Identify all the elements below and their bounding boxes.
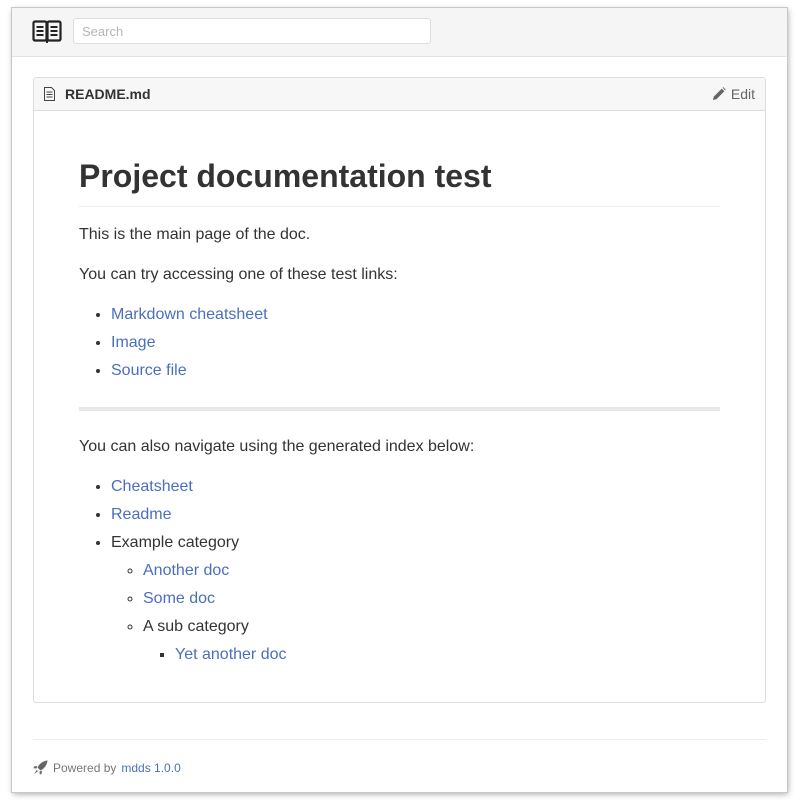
cheatsheet-link[interactable]: Cheatsheet [111,478,193,495]
file-text-icon [44,87,55,101]
list-item: Readme [111,503,720,527]
index-list: Cheatsheet Readme Example category Anoth… [79,475,720,667]
powered-by-text: Powered by [53,760,117,775]
readme-panel: README.md Edit Project documentation tes… [33,77,766,703]
open-book-icon[interactable] [32,20,62,44]
top-bar [12,8,787,57]
sub-category-list: Yet another doc [143,643,720,667]
list-item: Yet another doc [175,643,720,667]
page-title: Project documentation test [79,156,720,207]
list-item: Markdown cheatsheet [111,303,720,327]
example-category-list: Another doc Some doc A sub category Yet … [111,559,720,667]
test-links-list: Markdown cheatsheet Image Source file [79,303,720,383]
app-window: README.md Edit Project documentation tes… [12,8,787,792]
file-name: README.md [65,86,151,102]
edit-label: Edit [730,86,755,102]
sub-category-label: A sub category [143,618,249,635]
list-item: A sub category Yet another doc [143,615,720,667]
list-item: Some doc [143,587,720,611]
intro-text: This is the main page of the doc. [79,226,311,243]
example-category-label: Example category [111,534,240,551]
readme-link[interactable]: Readme [111,506,171,523]
search-input[interactable] [73,18,431,44]
list-item: Another doc [143,559,720,583]
footer: Powered by mdds 1.0.0 [33,760,181,775]
list-item: Example category Another doc Some doc A … [111,531,720,667]
footer-divider [33,739,766,740]
markdown-cheatsheet-link[interactable]: Markdown cheatsheet [111,306,268,323]
source-file-link[interactable]: Source file [111,362,187,379]
image-link[interactable]: Image [111,334,155,351]
some-doc-link[interactable]: Some doc [143,590,215,607]
yet-another-doc-link[interactable]: Yet another doc [175,646,287,663]
index-intro-text: You can also navigate using the generate… [79,438,475,455]
horizontal-rule [79,407,720,411]
pencil-icon [712,87,726,100]
list-item: Image [111,331,720,355]
list-item: Cheatsheet [111,475,720,499]
edit-button[interactable]: Edit [712,86,755,102]
rocket-icon [33,760,48,775]
markdown-body: Project documentation test This is the m… [79,110,720,667]
links-intro-text: You can try accessing one of these test … [79,266,398,283]
another-doc-link[interactable]: Another doc [143,562,229,579]
mdds-link[interactable]: mdds 1.0.0 [121,761,180,775]
list-item: Source file [111,359,720,383]
file-header: README.md Edit [34,78,765,111]
